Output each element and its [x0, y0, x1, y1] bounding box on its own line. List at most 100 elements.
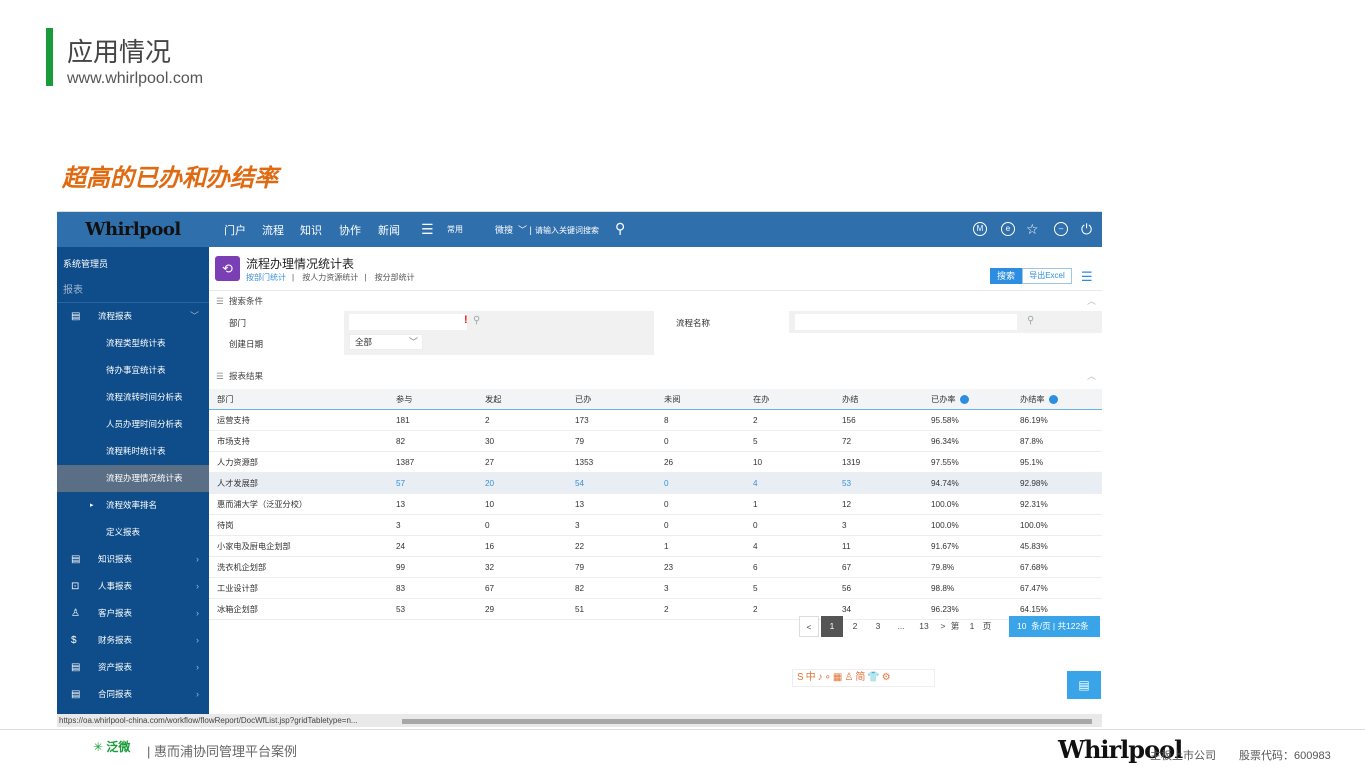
- table-cell[interactable]: 53: [842, 473, 851, 494]
- table-cell[interactable]: 6: [753, 557, 758, 578]
- table-cell[interactable]: 56: [842, 578, 851, 599]
- table-cell[interactable]: 3: [842, 515, 847, 536]
- table-cell[interactable]: 54: [575, 473, 584, 494]
- e-icon[interactable]: e: [1001, 222, 1015, 236]
- sidebar-item-customer[interactable]: ♙ 客户报表 ›: [57, 600, 209, 627]
- table-cell[interactable]: 1387: [396, 452, 414, 473]
- table-cell[interactable]: 1: [664, 536, 669, 557]
- table-cell[interactable]: 20: [485, 473, 494, 494]
- table-cell[interactable]: 3: [575, 515, 580, 536]
- created-date-select[interactable]: 全部 ﹀: [349, 334, 423, 350]
- table-cell[interactable]: 10: [753, 452, 762, 473]
- table-cell[interactable]: 22: [575, 536, 584, 557]
- table-cell[interactable]: 0: [753, 515, 758, 536]
- table-cell[interactable]: 26: [664, 452, 673, 473]
- col-header[interactable]: 办结: [842, 389, 858, 410]
- goto-page-input[interactable]: 1: [965, 616, 979, 637]
- sidebar-item-custom[interactable]: 定义报表: [57, 519, 209, 546]
- sidebar-item-finance[interactable]: $ 财务报表 ›: [57, 627, 209, 654]
- chevron-up-icon[interactable]: ︿: [1087, 291, 1096, 311]
- sidebar-item-asset[interactable]: ▤ 资产报表 ›: [57, 654, 209, 681]
- page-1[interactable]: 1: [821, 616, 843, 637]
- table-cell[interactable]: 173: [575, 410, 589, 431]
- table-cell[interactable]: 156: [842, 410, 856, 431]
- table-cell[interactable]: 82: [575, 578, 584, 599]
- minus-circle-icon[interactable]: –: [1054, 222, 1068, 236]
- table-row[interactable]: 洗衣机企划部 99 32 79 23 6 67 79.8% 67.68%: [209, 557, 1102, 578]
- sidebar-item-contract[interactable]: ▤ 合同报表 ›: [57, 681, 209, 708]
- table-cell[interactable]: 32: [485, 557, 494, 578]
- col-header[interactable]: 部门: [217, 389, 233, 410]
- nav-knowledge[interactable]: 知识: [300, 222, 322, 238]
- nav-collab[interactable]: 协作: [339, 222, 361, 238]
- table-cell[interactable]: 2: [753, 410, 758, 431]
- search-icon[interactable]: ⚲: [615, 220, 625, 237]
- app-logo[interactable]: Whirlpool: [57, 212, 209, 247]
- table-cell[interactable]: 3: [664, 578, 669, 599]
- table-row[interactable]: 人力资源部 1387 27 1353 26 10 1319 97.55% 95.1%: [209, 452, 1102, 473]
- chat-button[interactable]: ▤: [1067, 671, 1101, 699]
- sidebar-item-handling-stats[interactable]: 流程办理情况统计表: [57, 465, 209, 492]
- table-row[interactable]: 工业设计部 83 67 82 3 5 56 98.8% 67.47%: [209, 578, 1102, 599]
- table-cell[interactable]: 1353: [575, 452, 593, 473]
- table-cell[interactable]: 79: [575, 557, 584, 578]
- table-cell[interactable]: 27: [485, 452, 494, 473]
- page-size-select[interactable]: 10 条/页 | 共122条: [1009, 616, 1100, 637]
- table-cell[interactable]: 0: [664, 515, 669, 536]
- col-header[interactable]: 已办: [575, 389, 591, 410]
- search-icon[interactable]: ⚲: [1027, 315, 1034, 326]
- nav-common[interactable]: 常用: [447, 224, 463, 235]
- table-cell[interactable]: 0: [664, 494, 669, 515]
- tab-by-hr[interactable]: 按人力资源统计: [302, 273, 358, 282]
- nav-portal[interactable]: 门户: [224, 222, 246, 238]
- table-cell[interactable]: 1: [753, 494, 758, 515]
- list-menu-icon[interactable]: ☰: [1081, 269, 1093, 285]
- chevron-up-icon[interactable]: ︿: [1087, 366, 1096, 386]
- table-cell[interactable]: 2: [485, 410, 490, 431]
- col-header[interactable]: 发起: [485, 389, 501, 410]
- table-cell[interactable]: 8: [664, 410, 669, 431]
- table-cell[interactable]: 72: [842, 431, 851, 452]
- chevron-down-icon[interactable]: ﹀ |: [518, 223, 532, 236]
- sidebar-item-type-stats[interactable]: 流程类型统计表: [57, 330, 209, 357]
- sidebar-item-todo-stats[interactable]: 待办事宜统计表: [57, 357, 209, 384]
- table-cell[interactable]: 83: [396, 578, 405, 599]
- result-section-header[interactable]: ☰ 报表结果 ︿: [209, 366, 1102, 386]
- page-13[interactable]: 13: [914, 616, 934, 637]
- m-icon[interactable]: M: [973, 222, 987, 236]
- table-row[interactable]: 小家电及厨电企划部 24 16 22 1 4 11 91.67% 45.83%: [209, 536, 1102, 557]
- table-cell[interactable]: 99: [396, 557, 405, 578]
- table-cell[interactable]: 51: [575, 599, 584, 620]
- table-cell[interactable]: 79: [575, 431, 584, 452]
- ime-toolbar[interactable]: S中♪∘▦♙简👕⚙: [792, 669, 935, 687]
- power-icon[interactable]: ⏻: [1081, 221, 1092, 238]
- dept-input[interactable]: [349, 314, 467, 330]
- table-cell[interactable]: 67: [842, 557, 851, 578]
- pie-chart-icon[interactable]: [959, 395, 969, 405]
- sidebar-item-person-time[interactable]: 人员办理时间分析表: [57, 411, 209, 438]
- sidebar-item-flow-time[interactable]: 流程流转时间分析表: [57, 384, 209, 411]
- search-input[interactable]: 请输入关键词搜索: [535, 225, 599, 236]
- table-cell[interactable]: 82: [396, 431, 405, 452]
- menu-icon[interactable]: ☰: [421, 221, 434, 238]
- nav-news[interactable]: 新闻: [378, 222, 400, 238]
- table-cell[interactable]: 5: [753, 431, 758, 452]
- flow-name-input[interactable]: [795, 314, 1017, 330]
- sidebar-item-duration[interactable]: 流程耗时统计表: [57, 438, 209, 465]
- table-cell[interactable]: 3: [396, 515, 401, 536]
- search-section-header[interactable]: ☰ 搜索条件 ︿: [209, 290, 1102, 310]
- col-header-finish-rate[interactable]: 办结率: [1020, 389, 1058, 410]
- search-scope[interactable]: 微搜: [495, 223, 513, 236]
- table-cell[interactable]: 23: [664, 557, 673, 578]
- table-cell[interactable]: 181: [396, 410, 410, 431]
- table-row[interactable]: 惠而浦大学（泛亚分校） 13 10 13 0 1 12 100.0% 92.31%: [209, 494, 1102, 515]
- prev-page-button[interactable]: <: [799, 616, 819, 637]
- table-row[interactable]: 人才发展部 57 20 54 0 4 53 94.74% 92.98%: [209, 473, 1102, 494]
- table-cell[interactable]: 13: [396, 494, 405, 515]
- col-header-done-rate[interactable]: 已办率: [931, 389, 969, 410]
- tab-by-branch[interactable]: 按分部统计: [375, 273, 415, 282]
- table-cell[interactable]: 16: [485, 536, 494, 557]
- table-cell[interactable]: 53: [396, 599, 405, 620]
- nav-workflow[interactable]: 流程: [262, 222, 284, 238]
- table-row[interactable]: 市场支持 82 30 79 0 5 72 96.34% 87.8%: [209, 431, 1102, 452]
